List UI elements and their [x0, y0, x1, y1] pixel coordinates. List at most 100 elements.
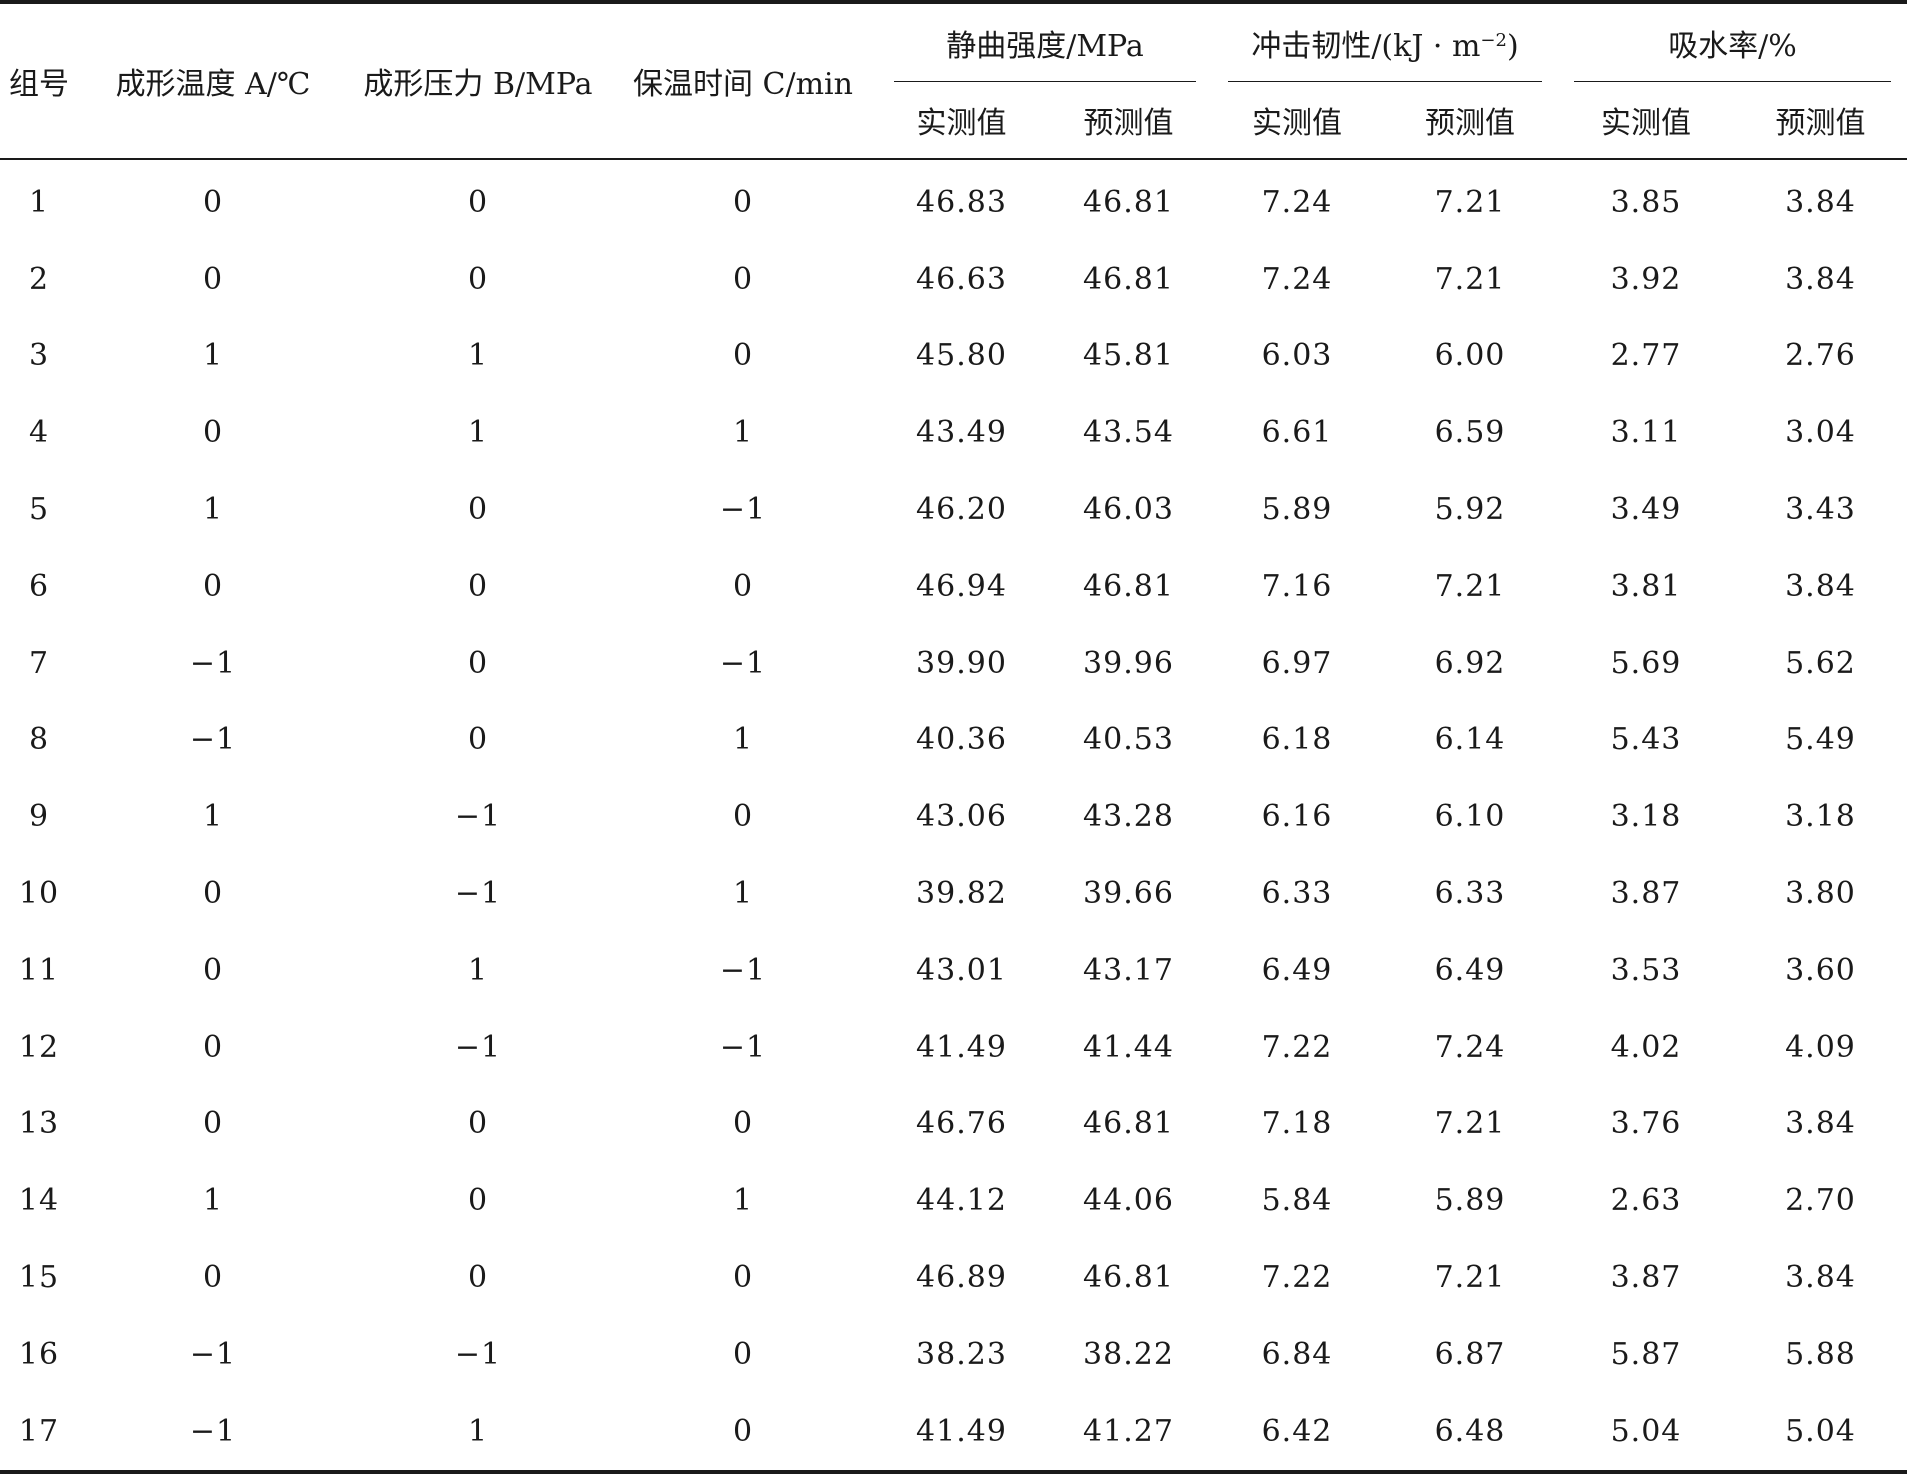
header-divider — [894, 81, 1196, 82]
cell-temperature: 1 — [202, 338, 224, 374]
cell-impact-measured: 6.61 — [1261, 415, 1333, 451]
cell-temperature: −1 — [189, 1336, 237, 1372]
cell-time: −1 — [719, 492, 767, 528]
table-row: 16 −1 −1 0 38.23 38.22 6.84 6.87 5.87 5.88 — [0, 1316, 1907, 1393]
table-row: 2 0 0 0 46.63 46.81 7.24 7.21 3.92 3.84 — [0, 241, 1907, 318]
cell-group: 3 — [28, 338, 50, 374]
cell-water-predicted: 3.18 — [1785, 799, 1856, 835]
cell-water-predicted: 3.80 — [1785, 876, 1856, 912]
cell-group: 9 — [28, 799, 50, 835]
cell-flex-measured: 39.82 — [916, 876, 1007, 912]
table-row: 7 −1 0 −1 39.90 39.96 6.97 6.92 5.69 5.62 — [0, 625, 1907, 702]
cell-temperature: −1 — [189, 1413, 237, 1449]
cell-water-predicted: 3.84 — [1785, 568, 1856, 604]
cell-temperature: 0 — [202, 876, 224, 912]
header-pressure: 成形压力 B/MPa — [363, 67, 593, 102]
cell-flex-measured: 46.94 — [916, 568, 1007, 604]
cell-time: 0 — [732, 1106, 754, 1142]
cell-flex-measured: 41.49 — [916, 1413, 1007, 1449]
cell-time: 0 — [732, 1336, 754, 1372]
cell-time: 0 — [732, 1413, 754, 1449]
cell-group: 4 — [28, 415, 50, 451]
cell-water-measured: 3.92 — [1610, 261, 1682, 297]
cell-pressure: 1 — [467, 952, 489, 988]
cell-water-measured: 5.69 — [1610, 645, 1682, 681]
cell-group: 7 — [28, 645, 50, 681]
cell-flex-predicted: 43.17 — [1083, 952, 1174, 988]
cell-time: −1 — [719, 1029, 767, 1065]
table-body: 1 0 0 0 46.83 46.81 7.24 7.21 3.85 3.84 2 0 0 0 46.63 4… — [0, 159, 1907, 1472]
cell-impact-predicted: 7.21 — [1434, 568, 1506, 604]
table-row: 14 1 0 1 44.12 44.06 5.84 5.89 2.63 2.70 — [0, 1162, 1907, 1239]
cell-flex-measured: 44.12 — [916, 1183, 1007, 1219]
cell-impact-predicted: 6.33 — [1434, 876, 1506, 912]
table-row: 4 0 1 1 43.49 43.54 6.61 6.59 3.11 3.04 — [0, 394, 1907, 471]
table-row: 5 1 0 −1 46.20 46.03 5.89 5.92 3.49 3.43 — [0, 471, 1907, 548]
cell-flex-predicted: 39.66 — [1083, 876, 1174, 912]
cell-water-predicted: 3.84 — [1785, 1260, 1856, 1296]
cell-impact-measured: 6.97 — [1261, 645, 1333, 681]
cell-group: 1 — [28, 184, 50, 220]
cell-temperature: 0 — [202, 1029, 224, 1065]
cell-impact-measured: 7.24 — [1261, 184, 1333, 220]
cell-group: 6 — [28, 568, 50, 604]
cell-impact-measured: 6.18 — [1261, 722, 1333, 758]
cell-flex-measured: 45.80 — [916, 338, 1007, 374]
header-temperature: 成形温度 A/℃ — [115, 67, 311, 102]
cell-group: 13 — [18, 1106, 60, 1142]
cell-flex-predicted: 41.27 — [1083, 1413, 1174, 1449]
cell-flex-measured: 39.90 — [916, 645, 1007, 681]
cell-pressure: −1 — [454, 1029, 502, 1065]
header-group: 组号 — [9, 67, 69, 102]
cell-water-measured: 3.76 — [1610, 1106, 1682, 1142]
cell-pressure: −1 — [454, 1336, 502, 1372]
table-row: 9 1 −1 0 43.06 43.28 6.16 6.10 3.18 3.18 — [0, 778, 1907, 855]
cell-impact-predicted: 6.59 — [1434, 415, 1506, 451]
cell-flex-predicted: 46.81 — [1083, 1106, 1174, 1142]
cell-impact-measured: 6.84 — [1261, 1336, 1333, 1372]
cell-flex-predicted: 38.22 — [1083, 1336, 1174, 1372]
cell-temperature: −1 — [189, 722, 237, 758]
table-row: 3 1 1 0 45.80 45.81 6.03 6.00 2.77 2.76 — [0, 318, 1907, 395]
cell-impact-predicted: 7.21 — [1434, 1260, 1506, 1296]
header-time: 保温时间 C/min — [633, 67, 853, 102]
cell-water-predicted: 2.70 — [1785, 1183, 1856, 1219]
cell-water-predicted: 5.88 — [1785, 1336, 1856, 1372]
cell-flex-measured: 40.36 — [916, 722, 1007, 758]
cell-impact-measured: 7.24 — [1261, 261, 1333, 297]
cell-group: 17 — [18, 1413, 60, 1449]
cell-pressure: 0 — [467, 1106, 489, 1142]
cell-temperature: 1 — [202, 799, 224, 835]
cell-water-measured: 3.87 — [1610, 1260, 1682, 1296]
table-row: 12 0 −1 −1 41.49 41.44 7.22 7.24 4.02 4.09 — [0, 1009, 1907, 1086]
cell-impact-predicted: 6.92 — [1434, 645, 1506, 681]
cell-flex-predicted: 44.06 — [1083, 1183, 1174, 1219]
cell-flex-predicted: 40.53 — [1083, 722, 1174, 758]
cell-temperature: 1 — [202, 492, 224, 528]
header-divider — [1574, 81, 1891, 82]
cell-water-predicted: 5.49 — [1785, 722, 1856, 758]
subheader-flex-measured: 实测值 — [916, 106, 1007, 141]
cell-water-measured: 5.87 — [1610, 1336, 1682, 1372]
cell-impact-predicted: 7.24 — [1434, 1029, 1506, 1065]
cell-impact-predicted: 6.00 — [1434, 338, 1506, 374]
cell-water-measured: 2.77 — [1610, 338, 1682, 374]
cell-impact-predicted: 5.92 — [1434, 492, 1506, 528]
cell-temperature: 0 — [202, 184, 224, 220]
cell-flex-measured: 46.76 — [916, 1106, 1007, 1142]
header-divider — [1228, 81, 1542, 82]
cell-pressure: 0 — [467, 568, 489, 604]
table-row: 15 0 0 0 46.89 46.81 7.22 7.21 3.87 3.84 — [0, 1239, 1907, 1316]
cell-impact-predicted: 7.21 — [1434, 1106, 1506, 1142]
cell-water-measured: 3.87 — [1610, 876, 1682, 912]
cell-temperature: 0 — [202, 261, 224, 297]
cell-impact-measured: 6.42 — [1261, 1413, 1333, 1449]
cell-impact-measured: 7.22 — [1261, 1029, 1333, 1065]
cell-impact-measured: 6.33 — [1261, 876, 1333, 912]
header-flex-strength-group: 静曲强度/MPa — [878, 2, 1212, 82]
cell-pressure: 0 — [467, 722, 489, 758]
cell-flex-predicted: 46.81 — [1083, 261, 1174, 297]
cell-pressure: 0 — [467, 1183, 489, 1219]
cell-flex-measured: 46.20 — [916, 492, 1007, 528]
table-header: 组号 成形温度 A/℃ 成形压力 B/MPa 保温时间 C/min 静曲强度/M… — [0, 2, 1907, 159]
